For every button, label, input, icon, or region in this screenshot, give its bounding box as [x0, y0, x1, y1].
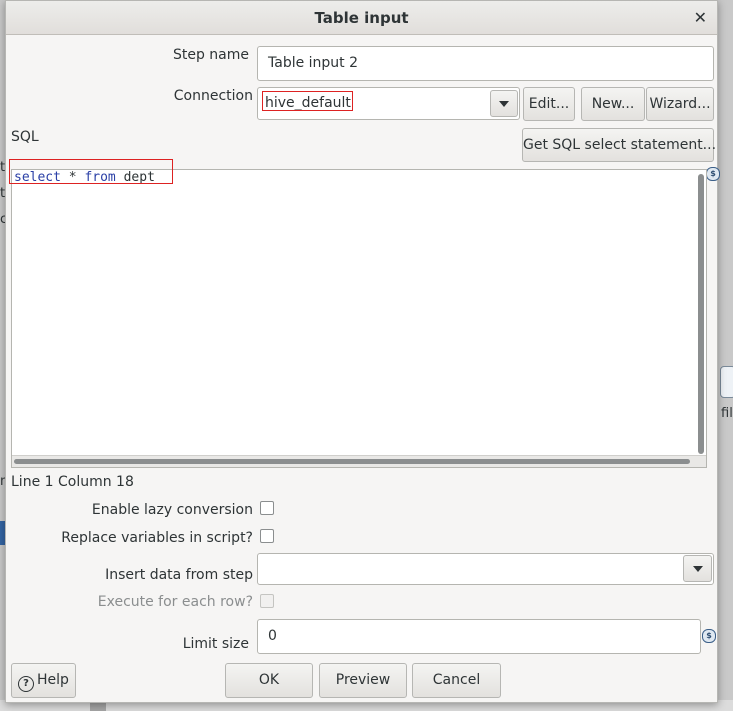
sql-vertical-scrollbar[interactable] — [698, 174, 704, 454]
lazy-conversion-label: Enable lazy conversion — [91, 502, 253, 518]
get-sql-button[interactable]: Get SQL select statement... — [522, 128, 716, 162]
cancel-button[interactable]: Cancel — [412, 663, 501, 698]
step-name-label: Step name — [172, 47, 249, 63]
sql-horizontal-scroll-track — [12, 455, 706, 467]
step-name-input[interactable]: Table input 2 — [257, 46, 714, 81]
replace-variables-label: Replace variables in script? — [61, 530, 253, 546]
insert-from-step-dropdown-button[interactable] — [683, 555, 712, 582]
table-input-dialog: Table input ✕ Step name Table input 2 Co… — [5, 0, 720, 703]
replace-variables-checkbox[interactable] — [260, 529, 274, 543]
insert-from-step-label: Insert data from step — [105, 567, 253, 583]
connection-dropdown-button[interactable] — [490, 90, 518, 117]
wizard-button[interactable]: Wizard... — [646, 87, 714, 121]
insert-from-step-select[interactable] — [257, 553, 714, 585]
bg-step-icon — [720, 366, 733, 398]
sql-highlight — [9, 159, 173, 184]
bg-fragment: fil — [721, 406, 733, 421]
sql-label: SQL — [11, 129, 39, 145]
dollar-icon: $ — [702, 629, 716, 643]
titlebar: Table input ✕ — [6, 1, 717, 35]
lazy-conversion-checkbox[interactable] — [260, 501, 274, 515]
connection-label: Connection — [173, 88, 253, 104]
chevron-down-icon — [499, 100, 509, 107]
ok-button[interactable]: OK — [225, 663, 313, 698]
sql-editor[interactable]: select * from dept — [11, 169, 707, 468]
limit-size-label: Limit size — [182, 636, 249, 652]
sql-horizontal-scrollbar[interactable] — [14, 459, 690, 464]
dialog-title: Table input — [314, 9, 409, 27]
execute-each-row-checkbox — [260, 594, 274, 608]
chevron-down-icon — [692, 565, 703, 572]
help-icon: ? — [18, 676, 35, 692]
cursor-position-status: Line 1 Column 18 — [11, 474, 134, 490]
help-label: Help — [37, 672, 69, 688]
connection-highlight — [262, 91, 353, 111]
new-connection-button[interactable]: New... — [581, 87, 645, 121]
help-button[interactable]: ? Help — [11, 663, 76, 698]
preview-button[interactable]: Preview — [319, 663, 407, 698]
limit-size-input[interactable]: 0 — [257, 619, 701, 654]
close-icon[interactable]: ✕ — [694, 8, 707, 27]
execute-each-row-label: Execute for each row? — [97, 594, 253, 610]
edit-connection-button[interactable]: Edit... — [523, 87, 575, 121]
dollar-icon: $ — [706, 167, 720, 181]
